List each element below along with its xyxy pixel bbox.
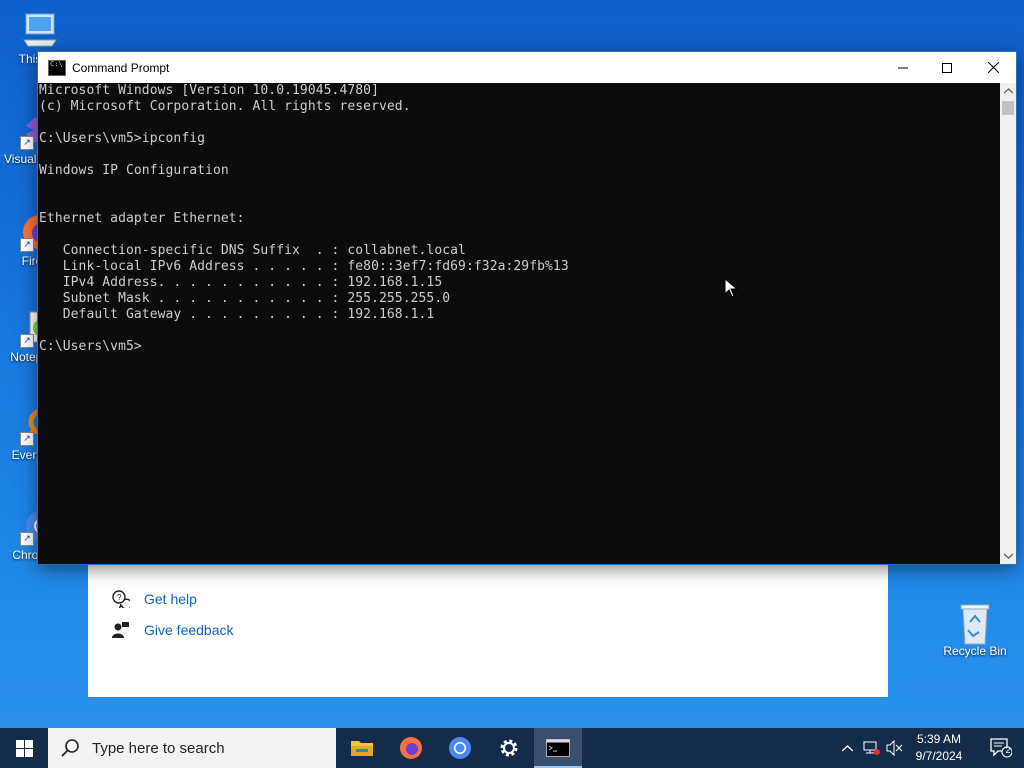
svg-text:?: ?	[117, 593, 122, 602]
search-placeholder: Type here to search	[92, 739, 225, 757]
give-feedback-link[interactable]: Give feedback	[112, 621, 234, 639]
vertical-scrollbar[interactable]	[1000, 83, 1016, 564]
taskbar-command-prompt[interactable]	[534, 728, 582, 768]
window-title: Command Prompt	[72, 60, 170, 75]
windows-logo-icon	[15, 739, 33, 757]
background-window-panel: ? Get help Give feedback	[88, 560, 888, 697]
mouse-cursor-icon	[724, 277, 739, 303]
search-icon	[61, 739, 79, 757]
feedback-icon	[112, 622, 129, 638]
tray-show-hidden-icons[interactable]	[838, 728, 856, 768]
action-center-button[interactable]: 2	[978, 728, 1024, 768]
give-feedback-label: Give feedback	[144, 622, 234, 638]
firefox-icon	[400, 737, 422, 759]
taskbar-chromium[interactable]	[436, 728, 484, 768]
terminal-output-area[interactable]: Microsoft Windows [Version 10.0.19045.47…	[38, 83, 1000, 564]
tray-network[interactable]	[860, 728, 882, 768]
chromium-icon	[449, 737, 471, 759]
start-button[interactable]	[0, 728, 48, 768]
taskbar-clock[interactable]: 5:39 AM 9/7/2024	[908, 728, 970, 768]
maximize-icon	[942, 62, 952, 73]
desktop-icon-recycle-bin[interactable]: Recycle Bin	[939, 602, 1011, 658]
terminal-output: Microsoft Windows [Version 10.0.19045.47…	[39, 83, 569, 354]
maximize-button[interactable]	[924, 52, 970, 83]
network-disconnected-icon	[863, 741, 880, 755]
taskbar-firefox[interactable]	[387, 728, 435, 768]
chevron-down-icon	[1003, 553, 1013, 559]
volume-muted-icon	[886, 740, 903, 756]
minimize-button[interactable]	[880, 52, 926, 83]
gear-icon	[500, 739, 518, 757]
taskbar: Type here to search 5:39 AM 9/7/2024 2	[0, 728, 1024, 768]
close-button[interactable]	[970, 52, 1016, 83]
folder-icon	[351, 741, 373, 756]
clock-date: 9/7/2024	[915, 749, 963, 763]
taskbar-file-explorer[interactable]	[338, 728, 386, 768]
recycle-bin-icon	[955, 602, 995, 645]
get-help-link[interactable]: ? Get help	[112, 590, 197, 608]
scrollbar-thumb[interactable]	[1002, 101, 1014, 115]
clock-time: 5:39 AM	[916, 732, 962, 746]
window-titlebar[interactable]: Command Prompt	[38, 52, 1016, 83]
scroll-down-button[interactable]	[1000, 548, 1016, 564]
taskbar-search-box[interactable]: Type here to search	[48, 728, 336, 768]
desktop-icon-label: Recycle Bin	[943, 644, 1007, 658]
minimize-icon	[898, 67, 908, 68]
command-prompt-window[interactable]: Command Prompt Microsoft Windows [Versio…	[38, 52, 1016, 564]
cmd-app-icon	[48, 59, 66, 76]
get-help-label: Get help	[144, 591, 197, 607]
chevron-up-icon	[1003, 88, 1013, 94]
close-icon	[987, 62, 999, 73]
taskbar-settings[interactable]	[485, 728, 533, 768]
chevron-up-icon	[841, 744, 853, 751]
tray-volume[interactable]	[884, 728, 906, 768]
computer-icon	[20, 10, 60, 50]
terminal-icon	[546, 739, 570, 757]
help-chat-icon: ?	[112, 590, 130, 608]
scroll-up-button[interactable]	[1000, 83, 1016, 99]
notification-count: 2	[1005, 745, 1011, 755]
